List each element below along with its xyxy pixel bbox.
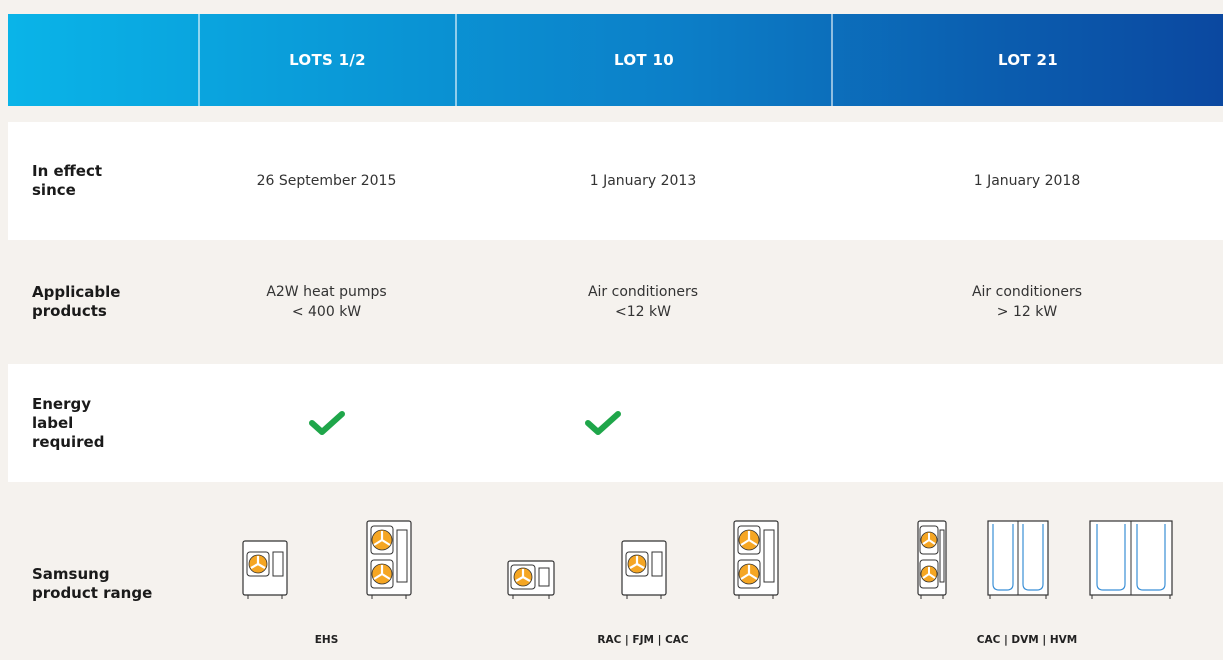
cell-lots-1-2-energy-label xyxy=(198,364,455,482)
table-row-in-effect: In effect since 26 September 2015 1 Janu… xyxy=(8,122,1223,240)
double-fan-outdoor-unit-icon xyxy=(917,520,947,599)
cell-lots-1-2-range: EHS xyxy=(198,482,455,660)
cell-lots-1-2-date: 26 September 2015 xyxy=(256,173,397,189)
table-row-applicable-products: Applicable products A2W heat pumps < 400… xyxy=(8,240,1223,364)
range-caption-cac-dvm-hvm: CAC | DVM | HVM xyxy=(976,634,1078,646)
cell-lot-10-date: 1 January 2013 xyxy=(589,173,697,189)
table-row-product-range: Samsung product range EHS RAC | FJM | CA… xyxy=(8,482,1223,660)
row-label-text: Energy label required xyxy=(32,394,105,451)
cell-lot-21-energy-label xyxy=(831,364,1223,482)
cell-lot-10-energy-label xyxy=(455,364,831,482)
vrf-outdoor-unit-icon xyxy=(987,520,1049,599)
row-label-text: In effect since xyxy=(32,162,103,199)
unit-group xyxy=(917,520,1173,600)
vrf-outdoor-unit-icon xyxy=(1089,520,1173,599)
cell-lots-1-2-products: A2W heat pumps < 400 kW xyxy=(198,240,455,364)
single-fan-outdoor-unit-icon xyxy=(621,540,667,599)
cell-lot-21-date: 1 January 2018 xyxy=(973,173,1081,189)
row-label-energy-label: Energy label required xyxy=(8,364,198,482)
row-label-text: Samsung product range xyxy=(32,565,153,602)
products-text: A2W heat pumps < 400 kW xyxy=(266,284,387,320)
header-lots-1-2: LOTS 1/2 xyxy=(198,14,455,106)
header-lot-21: LOT 21 xyxy=(831,14,1223,106)
double-fan-outdoor-unit-icon xyxy=(733,520,779,599)
header-empty-cell xyxy=(8,14,198,106)
row-label-text: Applicable products xyxy=(32,283,121,320)
checkmark-icon xyxy=(585,411,621,435)
table-header: LOTS 1/2 LOT 10 LOT 21 xyxy=(8,14,1223,106)
range-caption-ehs: EHS xyxy=(314,634,339,646)
cell-lot-21-products: Air conditioners > 12 kW xyxy=(831,240,1223,364)
unit-group xyxy=(241,520,412,600)
row-label-applicable-products: Applicable products xyxy=(8,240,198,364)
double-fan-outdoor-unit-icon xyxy=(365,520,412,599)
header-lot-10: LOT 10 xyxy=(455,14,831,106)
compact-outdoor-unit-icon xyxy=(507,560,555,599)
row-label-in-effect: In effect since xyxy=(8,122,198,240)
cell-lot-10-products: Air conditioners <12 kW xyxy=(455,240,831,364)
cell-lot-21-range: CAC | DVM | HVM xyxy=(831,482,1223,660)
products-text: Air conditioners > 12 kW xyxy=(971,284,1083,320)
row-label-product-range: Samsung product range xyxy=(8,482,198,660)
checkmark-icon xyxy=(308,411,345,435)
single-fan-outdoor-unit-icon xyxy=(241,540,288,599)
range-caption-rac-fjm-cac: RAC | FJM | CAC xyxy=(597,634,689,646)
products-text: Air conditioners <12 kW xyxy=(587,284,699,320)
table-row-energy-label: Energy label required xyxy=(8,364,1223,482)
cell-lot-10-range: RAC | FJM | CAC xyxy=(455,482,831,660)
unit-group xyxy=(507,520,779,600)
